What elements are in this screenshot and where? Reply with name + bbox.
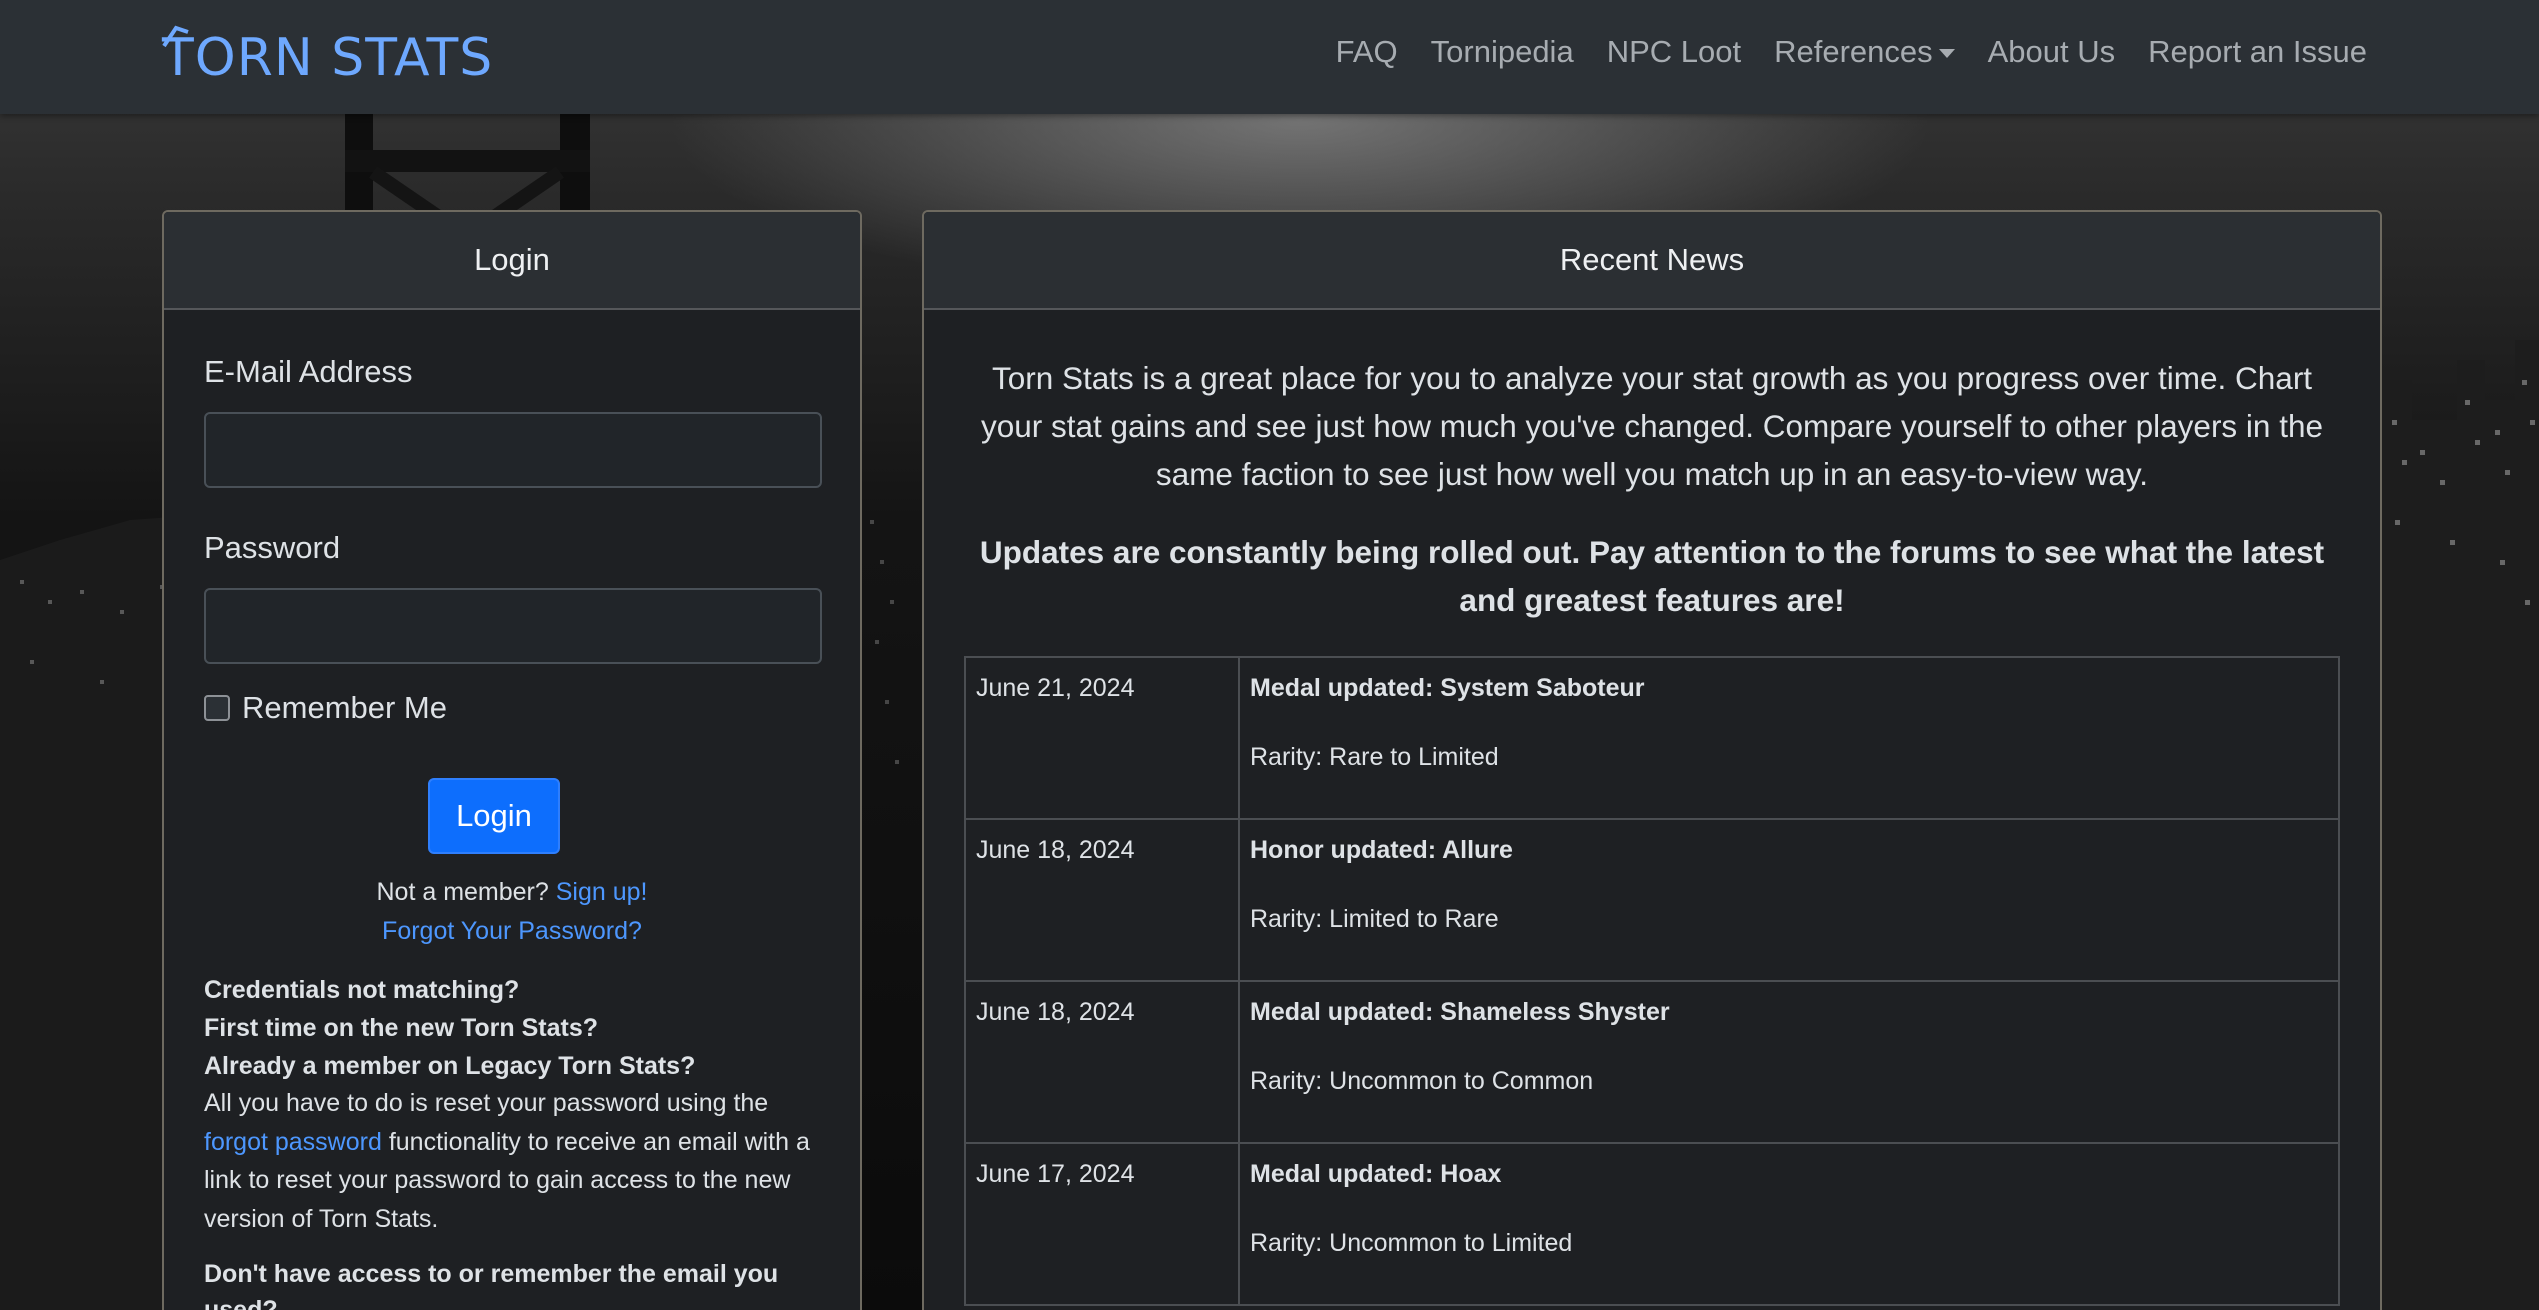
help-text-before: All you have to do is reset your passwor…: [204, 1089, 769, 1117]
news-detail: Rarity: Limited to Rare: [1250, 905, 1499, 933]
email-label: E-Mail Address: [204, 354, 413, 389]
not-member-text: Not a member?: [376, 878, 549, 906]
logo-chart-icon: [162, 25, 189, 48]
help-paragraph: All you have to do is reset your passwor…: [204, 1084, 820, 1238]
news-title: Medal updated: System Saboteur: [1250, 674, 1645, 702]
brand-logo[interactable]: TORN STATS: [162, 25, 494, 90]
nav-references-label: References: [1774, 34, 1933, 69]
help-question-1: Credentials not matching?: [204, 976, 520, 1004]
remember-me-row: Remember Me: [204, 690, 820, 726]
top-navbar: TORN STATS FAQ Tornipedia NPC Loot Refer…: [0, 0, 2539, 114]
remember-me-label[interactable]: Remember Me: [242, 690, 447, 726]
news-content: Medal updated: Shameless Shyster Rarity:…: [1238, 980, 2340, 1144]
news-detail: Rarity: Rare to Limited: [1250, 743, 1499, 771]
password-label: Password: [204, 530, 341, 565]
table-row: June 17, 2024 Medal updated: Hoax Rarity…: [964, 1142, 2340, 1306]
news-intro: Torn Stats is a great place for you to a…: [980, 360, 2323, 492]
news-date: June 18, 2024: [964, 818, 1240, 982]
recent-news-card: Recent News Torn Stats is a great place …: [922, 210, 2382, 1310]
forgot-password-row: Forgot Your Password?: [204, 917, 820, 946]
news-detail: Rarity: Uncommon to Common: [1250, 1067, 1594, 1095]
news-card-header: Recent News: [924, 212, 2380, 310]
news-title: Medal updated: Shameless Shyster: [1250, 998, 1670, 1026]
login-button[interactable]: Login: [428, 778, 560, 854]
nav-references-dropdown[interactable]: References: [1774, 34, 1955, 70]
news-title: Medal updated: Hoax: [1250, 1160, 1502, 1188]
news-title: Honor updated: Allure: [1250, 836, 1513, 864]
table-row: June 18, 2024 Honor updated: Allure Rari…: [964, 818, 2340, 982]
forgot-password-inline-link[interactable]: forgot password: [204, 1128, 382, 1156]
login-card-header: Login: [164, 212, 860, 310]
news-table: June 21, 2024 Medal updated: System Sabo…: [964, 656, 2340, 1306]
remember-me-checkbox[interactable]: [204, 695, 230, 721]
brand-name: TORN STATS: [162, 28, 494, 88]
table-row: June 18, 2024 Medal updated: Shameless S…: [964, 980, 2340, 1144]
table-row: June 21, 2024 Medal updated: System Sabo…: [964, 656, 2340, 820]
news-detail: Rarity: Uncommon to Limited: [1250, 1229, 1573, 1257]
news-date: June 21, 2024: [964, 656, 1240, 820]
main-nav: FAQ Tornipedia NPC Loot References About…: [1336, 34, 2367, 70]
news-content: Medal updated: Hoax Rarity: Uncommon to …: [1238, 1142, 2340, 1306]
help-question-4: Don't have access to or remember the ema…: [204, 1260, 779, 1310]
news-notice: Updates are constantly being rolled out.…: [979, 534, 2325, 618]
password-field[interactable]: [204, 588, 822, 664]
signup-prompt: Not a member? Sign up!: [204, 878, 820, 907]
nav-npc-loot[interactable]: NPC Loot: [1607, 34, 1741, 70]
login-card: Login E-Mail Address Password Remember M…: [162, 210, 862, 1310]
caret-down-icon: [1938, 48, 1955, 58]
nav-faq[interactable]: FAQ: [1336, 34, 1398, 70]
signup-link[interactable]: Sign up!: [556, 878, 648, 906]
forgot-password-link[interactable]: Forgot Your Password?: [382, 917, 642, 945]
nav-report-issue[interactable]: Report an Issue: [2148, 34, 2367, 70]
help-question-2: First time on the new Torn Stats?: [204, 1014, 599, 1042]
email-field[interactable]: [204, 412, 822, 488]
news-content: Honor updated: Allure Rarity: Limited to…: [1238, 818, 2340, 982]
nav-tornipedia[interactable]: Tornipedia: [1431, 34, 1574, 70]
help-question-3: Already a member on Legacy Torn Stats?: [204, 1052, 696, 1080]
nav-about-us[interactable]: About Us: [1988, 34, 2116, 70]
news-date: June 17, 2024: [964, 1142, 1240, 1306]
news-date: June 18, 2024: [964, 980, 1240, 1144]
news-content: Medal updated: System Saboteur Rarity: R…: [1238, 656, 2340, 820]
